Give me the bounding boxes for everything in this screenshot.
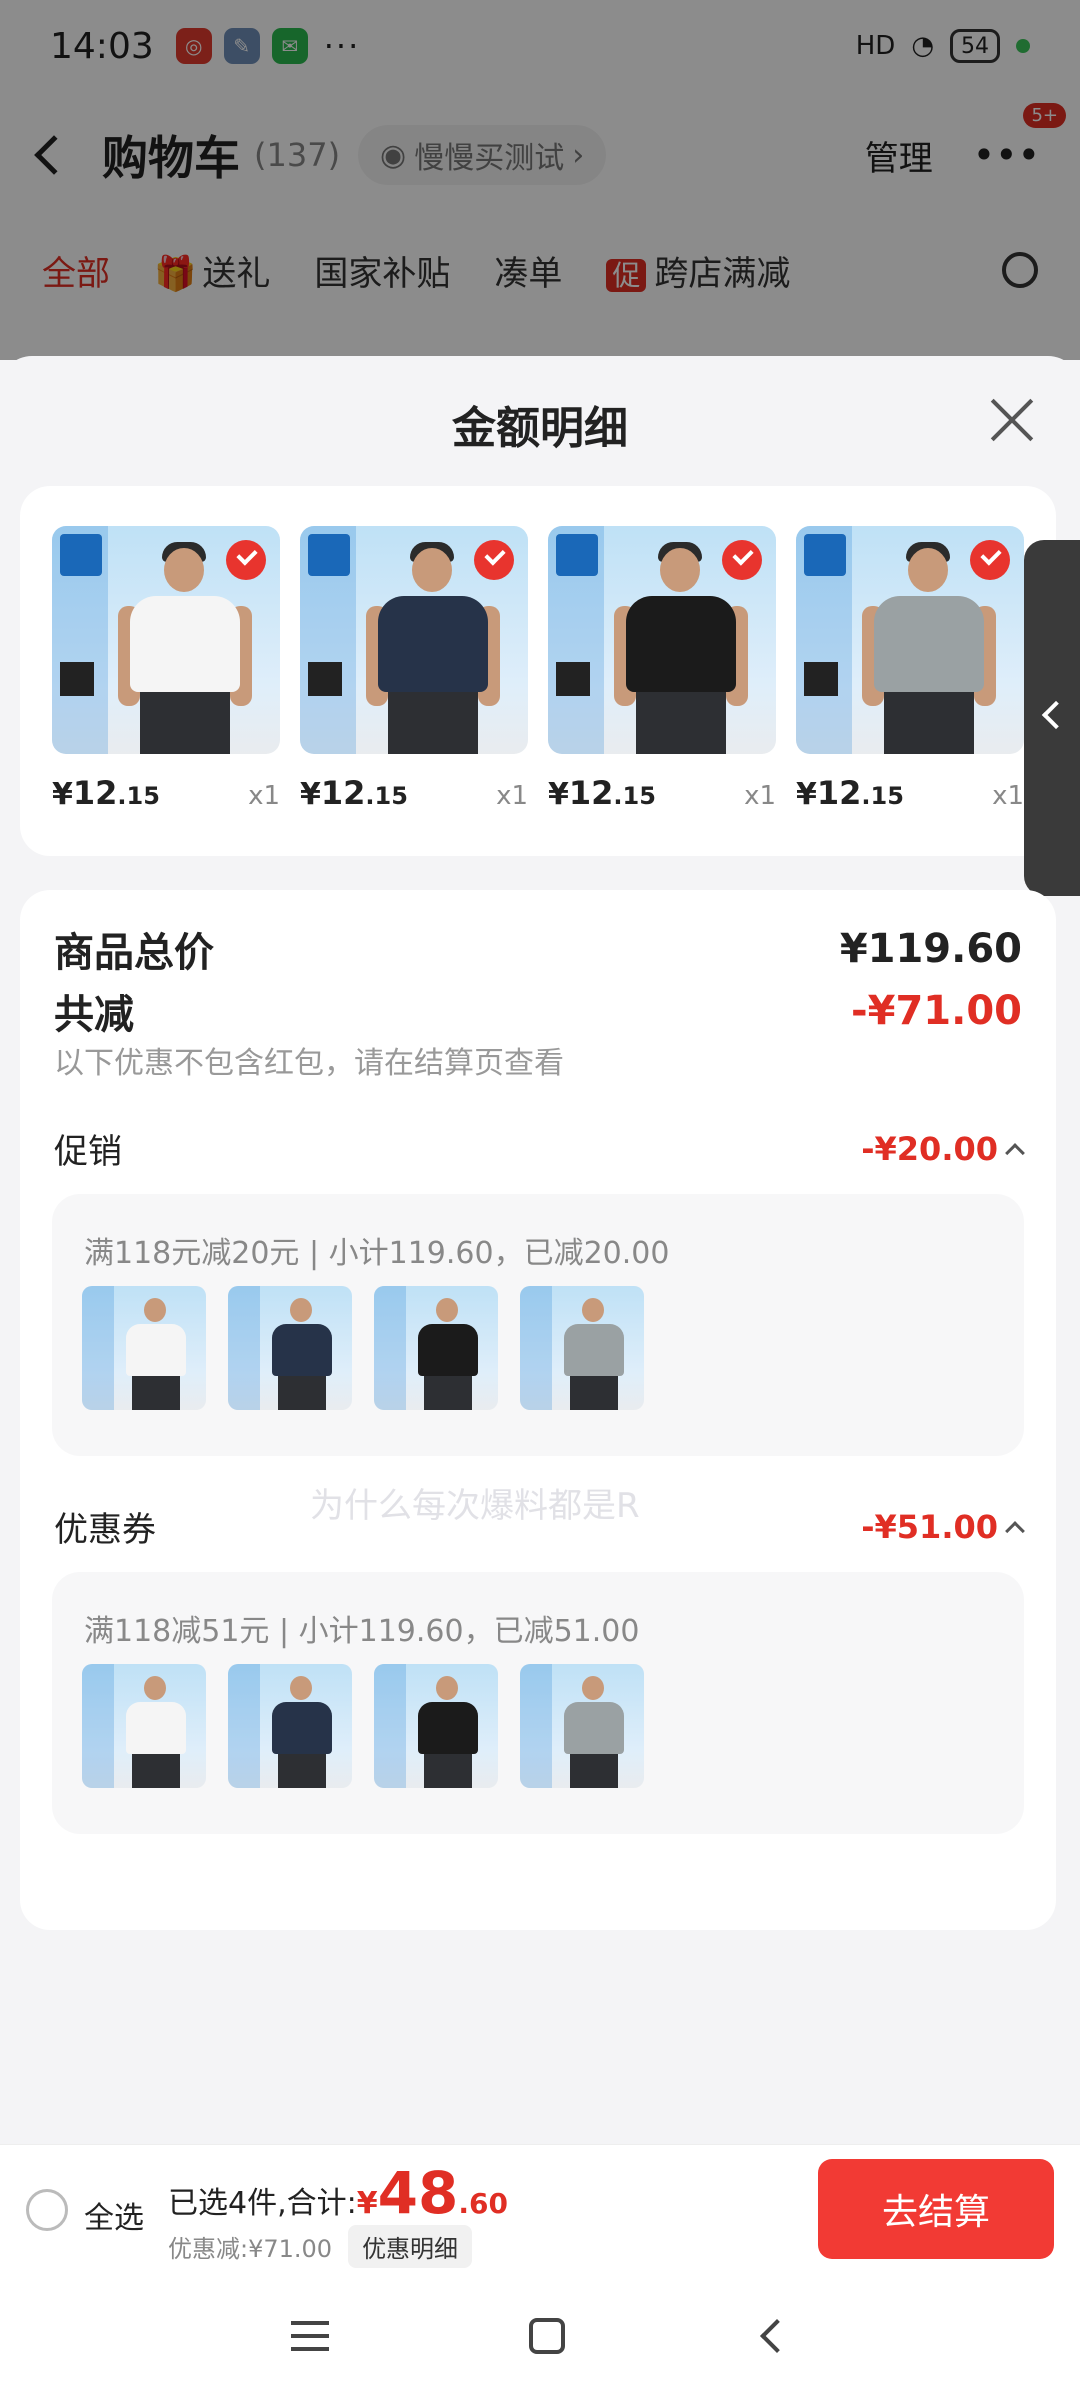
total-int: 48 [377, 2159, 459, 2227]
coupon-detail-box: 满118减51元 | 小计119.60，已减51.00 [52, 1572, 1024, 1834]
sheet-title: 金额明细 [452, 403, 628, 454]
item-quantity: x1 [992, 781, 1024, 811]
discount-text: 优惠减:¥71.00 [168, 2235, 333, 2263]
price-summary-card: 商品总价 ¥119.60 共减 -¥71.00 以下优惠不包含红包，请在结算页查… [20, 890, 1056, 1930]
coupon-item-thumbnail [82, 1664, 206, 1788]
coupon-item-thumbnail [520, 1664, 644, 1788]
select-all-radio[interactable] [26, 2189, 68, 2231]
product-thumbnail [796, 526, 1024, 754]
item-price-currency: ¥ [796, 777, 817, 812]
item-quantity: x1 [496, 781, 528, 811]
item-price-currency: ¥ [548, 777, 569, 812]
item-price-int: 12 [816, 774, 862, 812]
item-price-row: ¥ 12 .15 x1 [300, 774, 528, 812]
select-all-label[interactable]: 全选 [84, 2193, 144, 2237]
amount-detail-sheet: 金额明细 ¥ 12 .15 x1 ¥ 12 .15 x1 ¥ 12 .15 x1… [0, 356, 1080, 2400]
coupon-value: -¥51.00 [861, 1507, 998, 1546]
item-price-currency: ¥ [52, 777, 73, 812]
product-thumbnail [52, 526, 280, 754]
chevron-left-icon [1041, 700, 1071, 730]
product-thumbnail [300, 526, 528, 754]
home-icon[interactable] [529, 2318, 565, 2354]
promo-value: -¥20.00 [861, 1129, 998, 1168]
total-line: 已选4件,合计: ¥ 48 .60 [168, 2159, 508, 2227]
checked-icon[interactable] [474, 540, 514, 580]
promo-label: 促销 [54, 1132, 122, 1172]
system-nav-bar [0, 2272, 1080, 2400]
promo-item-thumbnail [374, 1286, 498, 1410]
item-price-int: 12 [568, 774, 614, 812]
close-icon[interactable] [988, 396, 1036, 444]
promo-detail-text: 满118元减20元 | 小计119.60，已减20.00 [84, 1236, 670, 1271]
total-label: 商品总价 [54, 930, 214, 976]
item-price-row: ¥ 12 .15 x1 [548, 774, 776, 812]
promo-detail-box: 满118元减20元 | 小计119.60，已减20.00 [52, 1194, 1024, 1456]
reduce-value: -¥71.00 [851, 988, 1022, 1034]
expand-side-tab[interactable] [1024, 540, 1080, 896]
selected-count-label: 已选4件,合计: [168, 2186, 357, 2221]
product-thumbnail [548, 526, 776, 754]
promo-item-thumbnail [520, 1286, 644, 1410]
item-price-dec: .15 [613, 782, 656, 810]
chevron-up-icon [1005, 1520, 1025, 1541]
total-row: 商品总价 ¥119.60 [54, 920, 1022, 978]
checked-icon[interactable] [722, 540, 762, 580]
item-card[interactable]: ¥ 12 .15 x1 [300, 526, 528, 812]
selected-items-strip: ¥ 12 .15 x1 ¥ 12 .15 x1 ¥ 12 .15 x1 ¥ 12… [20, 486, 1056, 856]
reduce-label: 共减 [54, 992, 134, 1038]
checkout-bar: 全选 已选4件,合计: ¥ 48 .60 优惠减:¥71.00 优惠明细 去结算 [0, 2144, 1080, 2272]
coupon-value-wrap: -¥51.00 [861, 1507, 1025, 1546]
promo-item-thumbnail [228, 1286, 352, 1410]
promo-row[interactable]: 促销 -¥20.00 [54, 1124, 1025, 1173]
coupon-label: 优惠券 [54, 1510, 156, 1550]
watermark-text: 为什么每次爆料都是R [310, 1486, 640, 1526]
menu-icon[interactable] [291, 2321, 329, 2351]
total-dec: .60 [458, 2187, 508, 2220]
coupon-item-thumbnail [374, 1664, 498, 1788]
checkout-button[interactable]: 去结算 [818, 2159, 1054, 2259]
chevron-up-icon [1005, 1142, 1025, 1163]
item-card[interactable]: ¥ 12 .15 x1 [52, 526, 280, 812]
item-price-dec: .15 [861, 782, 904, 810]
checked-icon[interactable] [970, 540, 1010, 580]
item-price-int: 12 [320, 774, 366, 812]
item-price-int: 12 [72, 774, 118, 812]
item-quantity: x1 [248, 781, 280, 811]
discount-line: 优惠减:¥71.00 优惠明细 [168, 2225, 473, 2268]
discount-detail-button[interactable]: 优惠明细 [348, 2225, 473, 2268]
total-value: ¥119.60 [839, 926, 1022, 972]
item-quantity: x1 [744, 781, 776, 811]
item-price-dec: .15 [365, 782, 408, 810]
item-price-currency: ¥ [300, 777, 321, 812]
item-card[interactable]: ¥ 12 .15 x1 [548, 526, 776, 812]
item-card[interactable]: ¥ 12 .15 x1 [796, 526, 1024, 812]
coupon-item-thumbnail [228, 1664, 352, 1788]
item-price-dec: .15 [117, 782, 160, 810]
discount-note: 以下优惠不包含红包，请在结算页查看 [54, 1046, 564, 1081]
item-price-row: ¥ 12 .15 x1 [796, 774, 1024, 812]
promo-item-thumbnail [82, 1286, 206, 1410]
coupon-detail-text: 满118减51元 | 小计119.60，已减51.00 [84, 1614, 640, 1649]
modal-overlay[interactable] [0, 0, 1080, 360]
total-currency: ¥ [356, 2186, 378, 2221]
promo-value-wrap: -¥20.00 [861, 1129, 1025, 1168]
back-icon[interactable] [760, 2319, 794, 2353]
discount-note-row: 以下优惠不包含红包，请在结算页查看 [54, 1038, 1022, 1082]
reduce-row: 共减 -¥71.00 [54, 982, 1022, 1040]
checked-icon[interactable] [226, 540, 266, 580]
item-price-row: ¥ 12 .15 x1 [52, 774, 280, 812]
